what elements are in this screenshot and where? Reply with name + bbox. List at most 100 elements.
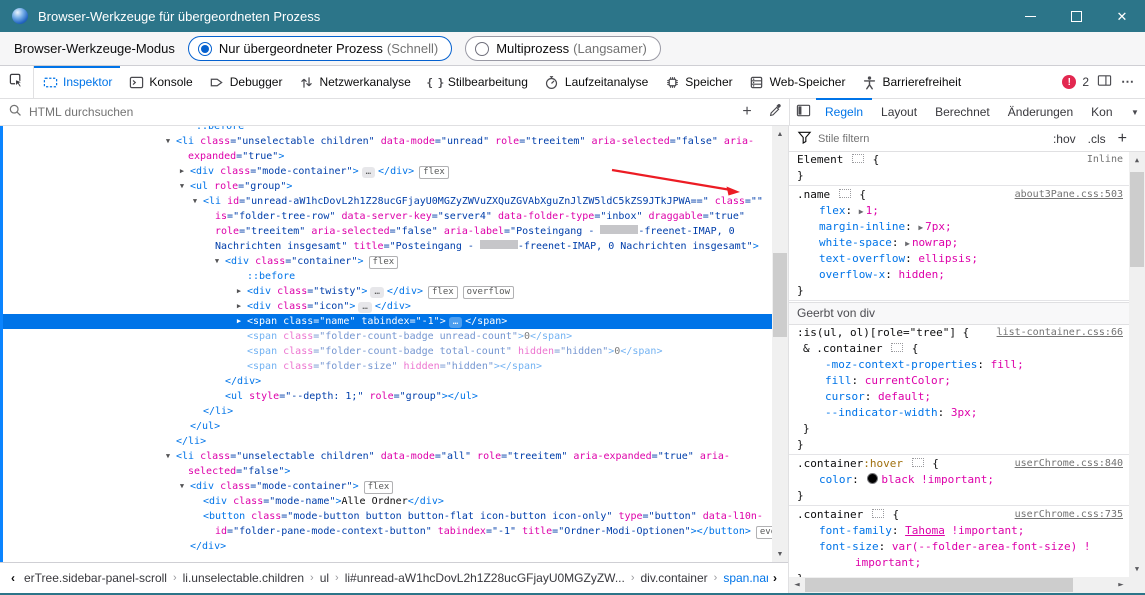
expand-ellipsis-badge[interactable]: … bbox=[362, 167, 375, 178]
twisty-collapsed-icon[interactable]: ▶ bbox=[234, 299, 244, 314]
markup-line[interactable]: ::before bbox=[0, 269, 772, 284]
markup-line[interactable]: </ul> bbox=[0, 419, 772, 434]
rule-line[interactable]: important; bbox=[789, 555, 1129, 571]
toolbox-meatball-menu-button[interactable]: ⋯ bbox=[1119, 73, 1137, 91]
tab-performance[interactable]: Laufzeitanalyse bbox=[536, 66, 656, 98]
rule-line[interactable]: .container {userChrome.css:735 bbox=[789, 507, 1129, 523]
error-badge-icon[interactable]: ! bbox=[1062, 75, 1076, 89]
markup-line[interactable]: selected="false"> bbox=[0, 464, 772, 479]
eyedropper-button[interactable] bbox=[761, 99, 789, 125]
rule-line[interactable]: Element {Inline bbox=[789, 152, 1129, 168]
markup-line[interactable]: role="treeitem" aria-selected="false" ar… bbox=[0, 224, 772, 239]
sidebar-tab-layout[interactable]: Layout bbox=[872, 99, 926, 125]
breadcrumb-item[interactable]: div.container bbox=[637, 571, 712, 585]
rules-filter-input[interactable]: Stile filtern bbox=[818, 133, 869, 145]
markup-line[interactable]: ▼<div class="mode-container">flex bbox=[0, 479, 772, 494]
scroll-up-icon[interactable]: ▲ bbox=[772, 126, 788, 142]
rule-line[interactable]: text-overflow: ellipsis; bbox=[789, 251, 1129, 267]
rule-line[interactable]: margin-inline: ▶7px; bbox=[789, 219, 1129, 235]
scroll-left-icon[interactable]: ◄ bbox=[789, 577, 805, 593]
markup-vertical-scrollbar[interactable]: ▲ ▼ bbox=[772, 126, 788, 562]
toggle-class-button[interactable]: .cls bbox=[1088, 132, 1106, 146]
markup-line[interactable]: Nachrichten insgesamt" title="Posteingan… bbox=[0, 239, 772, 254]
rule-line[interactable]: font-size: var(--folder-area-font-size) … bbox=[789, 539, 1129, 555]
breadcrumb-scroll-right-icon[interactable]: › bbox=[768, 571, 782, 585]
stylesheet-source-link[interactable]: userChrome.css:840 bbox=[1015, 456, 1123, 472]
toggle-pseudo-class-button[interactable]: :hov bbox=[1053, 132, 1076, 146]
rule-line[interactable]: font-family: Tahoma !important; bbox=[789, 523, 1129, 539]
breadcrumb-item[interactable]: li#unread-aW1hcDovL2h1Z28ucGFjayU0MGZyZW… bbox=[341, 571, 629, 585]
breadcrumb-scroll-left-icon[interactable]: ‹ bbox=[6, 571, 20, 585]
rule-line[interactable]: } bbox=[789, 283, 1129, 299]
flex-badge[interactable]: flex bbox=[364, 481, 394, 494]
twisty-expanded-icon[interactable]: ▼ bbox=[163, 449, 173, 464]
rule-line[interactable]: flex: ▶1; bbox=[789, 203, 1129, 219]
all-tabs-menu-button[interactable]: ▼ bbox=[1125, 99, 1145, 125]
rule-line[interactable]: :is(ul, ol)[role="tree"] {list-container… bbox=[789, 325, 1129, 341]
rule-line[interactable]: fill: currentColor; bbox=[789, 373, 1129, 389]
rules-hscroll-thumb[interactable] bbox=[805, 578, 1073, 592]
rule-line[interactable]: overflow-x: hidden; bbox=[789, 267, 1129, 283]
twisty-expanded-icon[interactable]: ▼ bbox=[177, 179, 187, 194]
markup-line[interactable]: </li> bbox=[0, 404, 772, 419]
tab-style-editor[interactable]: { }Stilbearbeitung bbox=[419, 66, 536, 98]
rules-horizontal-scrollbar[interactable]: ◄ ► bbox=[789, 577, 1129, 593]
markup-line[interactable]: </div> bbox=[0, 374, 772, 389]
minimize-button[interactable] bbox=[1007, 0, 1053, 32]
selector-highlighter-icon[interactable] bbox=[891, 343, 903, 352]
markup-line-selected[interactable]: ▶<span class="name" tabindex="-1">…</spa… bbox=[0, 314, 772, 329]
overflow-badge[interactable]: overflow bbox=[463, 286, 514, 299]
breadcrumb-item[interactable]: span.name bbox=[719, 571, 768, 585]
value-twisty-icon[interactable]: ▶ bbox=[905, 239, 910, 248]
scroll-down-icon[interactable]: ▼ bbox=[772, 546, 788, 562]
twisty-collapsed-icon[interactable]: ▶ bbox=[177, 164, 187, 179]
node-picker-button[interactable] bbox=[0, 66, 34, 98]
markup-scroll-thumb[interactable] bbox=[773, 253, 787, 337]
tab-accessibility[interactable]: Barrierefreiheit bbox=[853, 66, 969, 98]
twisty-expanded-icon[interactable]: ▼ bbox=[177, 479, 187, 494]
twisty-expanded-icon[interactable]: ▼ bbox=[163, 134, 173, 149]
twisty-expanded-icon[interactable]: ▼ bbox=[190, 194, 200, 209]
stylesheet-source-link[interactable]: list-container.css:66 bbox=[997, 325, 1123, 341]
sidebar-toggle-button[interactable] bbox=[790, 99, 816, 125]
sidebar-tab-änderungen[interactable]: Änderungen bbox=[999, 99, 1082, 125]
markup-line[interactable]: ▼<li class="unselectable children" data-… bbox=[0, 449, 772, 464]
markup-line[interactable]: ▶<div class="icon">…</div> bbox=[0, 299, 772, 314]
mode-option-multiprocess[interactable]: Multiprozess (Langsamer) bbox=[465, 36, 661, 61]
selector-highlighter-icon[interactable] bbox=[852, 154, 864, 163]
selector-highlighter-icon[interactable] bbox=[839, 189, 851, 198]
tab-network[interactable]: Netzwerkanalyse bbox=[290, 66, 418, 98]
rule-line[interactable]: } bbox=[789, 168, 1129, 184]
markup-line[interactable]: <span class="folder-count-badge total-co… bbox=[0, 344, 772, 359]
rule-line[interactable]: } bbox=[789, 421, 1129, 437]
markup-line[interactable]: <div class="mode-name">Alle Ordner</div> bbox=[0, 494, 772, 509]
markup-line[interactable]: ▼<div class="container">flex bbox=[0, 254, 772, 269]
sidebar-tab-berechnet[interactable]: Berechnet bbox=[926, 99, 999, 125]
split-console-button[interactable] bbox=[1095, 73, 1113, 91]
expand-ellipsis-badge[interactable]: … bbox=[449, 317, 462, 328]
breadcrumb-item[interactable]: ul bbox=[316, 571, 333, 585]
markup-line[interactable]: ▼<li class="unselectable children" data-… bbox=[0, 134, 772, 149]
breadcrumb-item[interactable]: erTree.sidebar-panel-scroll bbox=[20, 571, 171, 585]
rule-line[interactable]: } bbox=[789, 488, 1129, 504]
expand-ellipsis-badge[interactable]: … bbox=[370, 287, 383, 298]
markup-line[interactable]: <button class="mode-button button button… bbox=[0, 509, 772, 524]
maximize-button[interactable] bbox=[1053, 0, 1099, 32]
twisty-collapsed-icon[interactable]: ▶ bbox=[234, 284, 244, 299]
tab-inspector[interactable]: Inspektor bbox=[34, 66, 120, 98]
stylesheet-source-link[interactable]: about3Pane.css:503 bbox=[1015, 187, 1123, 203]
markup-line[interactable]: is="folder-tree-row" data-server-key="se… bbox=[0, 209, 772, 224]
tab-console[interactable]: Konsole bbox=[120, 66, 200, 98]
html-search-input[interactable]: HTML durchsuchen bbox=[0, 99, 733, 125]
selector-highlighter-icon[interactable] bbox=[912, 458, 924, 467]
value-twisty-icon[interactable]: ▶ bbox=[918, 223, 923, 232]
scroll-right-icon[interactable]: ► bbox=[1113, 577, 1129, 593]
rule-line[interactable]: white-space: ▶nowrap; bbox=[789, 235, 1129, 251]
selector-highlighter-icon[interactable] bbox=[872, 509, 884, 518]
add-rule-button[interactable]: + bbox=[1118, 130, 1127, 148]
flex-badge[interactable]: flex bbox=[369, 256, 399, 269]
color-swatch[interactable] bbox=[867, 473, 878, 484]
markup-line[interactable]: <span class="folder-size" hidden="hidden… bbox=[0, 359, 772, 374]
markup-line[interactable]: <span class="folder-count-badge unread-c… bbox=[0, 329, 772, 344]
rule-line[interactable]: } bbox=[789, 437, 1129, 453]
